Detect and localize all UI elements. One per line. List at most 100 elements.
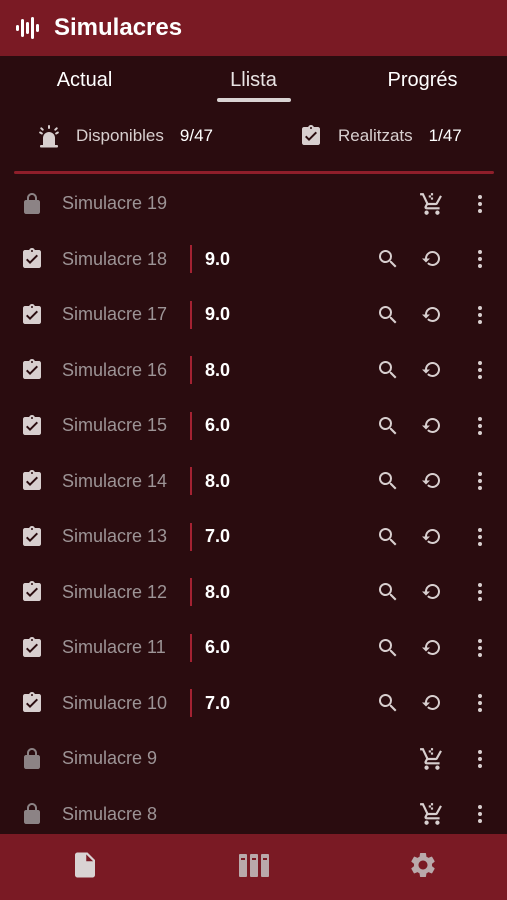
more-vert-icon[interactable] (466, 578, 494, 606)
clipboard-check-icon (18, 301, 46, 329)
list-item[interactable]: Simulacre 12 8.0 (0, 565, 507, 621)
item-name: Simulacre 8 (62, 803, 158, 824)
search-icon[interactable] (374, 301, 402, 329)
item-score: 8.0 (205, 470, 231, 491)
active-tab-indicator (216, 98, 291, 102)
lock-icon (18, 190, 46, 218)
tab-actual[interactable]: Actual (0, 56, 169, 104)
tab-bar: Actual Llista Progrés (0, 56, 507, 104)
score-divider (190, 245, 192, 274)
search-icon[interactable] (374, 467, 402, 495)
cart-icon[interactable] (418, 190, 446, 218)
redo-icon[interactable] (418, 523, 446, 551)
tab-llista[interactable]: Llista (169, 56, 338, 104)
item-name: Simulacre 11 (62, 637, 166, 658)
more-vert-icon[interactable] (466, 634, 494, 662)
score-divider (190, 578, 192, 607)
list-item[interactable]: Simulacre 16 8.0 (0, 343, 507, 399)
tab-label: Actual (56, 68, 113, 91)
list-item[interactable]: Simulacre 9 (0, 731, 507, 787)
more-vert-icon[interactable] (466, 467, 494, 495)
item-score: 6.0 (205, 637, 231, 658)
score-divider (190, 467, 192, 496)
score-divider (190, 356, 192, 385)
redo-icon[interactable] (418, 467, 446, 495)
more-vert-icon[interactable] (466, 301, 494, 329)
settings-icon (408, 850, 438, 885)
item-name: Simulacre 19 (62, 193, 168, 214)
search-icon[interactable] (374, 245, 402, 273)
redo-icon[interactable] (418, 412, 446, 440)
search-icon[interactable] (374, 578, 402, 606)
search-icon[interactable] (374, 356, 402, 384)
tab-progres[interactable]: Progrés (338, 56, 507, 104)
nav-tests[interactable] (0, 834, 169, 900)
list-item[interactable]: Simulacre 13 7.0 (0, 509, 507, 565)
score-divider (190, 522, 192, 551)
item-name: Simulacre 14 (62, 470, 168, 491)
list-item[interactable]: Simulacre 15 6.0 (0, 398, 507, 454)
item-name: Simulacre 9 (62, 748, 158, 769)
redo-icon[interactable] (418, 689, 446, 717)
list-item[interactable]: Simulacre 17 9.0 (0, 287, 507, 343)
more-vert-icon[interactable] (466, 356, 494, 384)
item-name: Simulacre 10 (62, 692, 168, 713)
available-value: 9/47 (179, 126, 213, 145)
clipboard-check-icon (18, 467, 46, 495)
more-vert-icon[interactable] (466, 745, 494, 773)
more-vert-icon[interactable] (466, 800, 494, 828)
bottom-nav (0, 834, 507, 900)
list-item[interactable]: Simulacre 11 6.0 (0, 620, 507, 676)
clipboard-check-icon (18, 523, 46, 551)
item-score: 8.0 (205, 581, 231, 602)
item-score: 9.0 (205, 248, 231, 269)
more-vert-icon[interactable] (466, 245, 494, 273)
redo-icon[interactable] (418, 578, 446, 606)
redo-icon[interactable] (418, 634, 446, 662)
cart-icon[interactable] (418, 800, 446, 828)
search-icon[interactable] (374, 523, 402, 551)
more-vert-icon[interactable] (466, 523, 494, 551)
document-icon (70, 850, 100, 885)
tab-label: Llista (230, 68, 277, 91)
list-item[interactable]: Simulacre 10 7.0 (0, 676, 507, 732)
item-name: Simulacre 15 (62, 415, 168, 436)
score-divider (190, 633, 192, 662)
item-score: 9.0 (205, 304, 231, 325)
done-label: Realitzats (338, 126, 413, 145)
app-title: Simulacres (54, 14, 183, 41)
clipboard-check-icon (18, 578, 46, 606)
simulacre-list: Simulacre 19 Simulacre 18 9.0 Simulacre 17 9… (0, 176, 507, 842)
item-score: 6.0 (205, 415, 231, 436)
more-vert-icon[interactable] (466, 412, 494, 440)
score-divider (190, 411, 192, 440)
library-icon (237, 850, 271, 885)
search-icon[interactable] (374, 412, 402, 440)
redo-icon[interactable] (418, 301, 446, 329)
more-vert-icon[interactable] (466, 689, 494, 717)
redo-icon[interactable] (418, 245, 446, 273)
item-score: 7.0 (205, 692, 231, 713)
nav-settings[interactable] (338, 834, 507, 900)
stats-row: Disponibles 9/47 Realitzats 1/47 (0, 104, 507, 168)
search-icon[interactable] (374, 689, 402, 717)
search-icon[interactable] (374, 634, 402, 662)
item-name: Simulacre 13 (62, 526, 168, 547)
section-divider (14, 171, 494, 174)
available-label: Disponibles (76, 126, 164, 145)
list-item[interactable]: Simulacre 14 8.0 (0, 454, 507, 510)
more-vert-icon[interactable] (466, 190, 494, 218)
lock-icon (18, 745, 46, 773)
cart-icon[interactable] (418, 745, 446, 773)
item-name: Simulacre 17 (62, 304, 168, 325)
nav-library[interactable] (169, 834, 338, 900)
clipboard-check-icon (18, 634, 46, 662)
item-name: Simulacre 16 (62, 359, 168, 380)
clipboard-check-icon (18, 356, 46, 384)
waveform-icon (12, 13, 42, 43)
list-item[interactable]: Simulacre 18 9.0 (0, 232, 507, 288)
list-item[interactable]: Simulacre 19 (0, 176, 507, 232)
app-bar: Simulacres (0, 0, 507, 56)
redo-icon[interactable] (418, 356, 446, 384)
clipboard-check-icon (18, 689, 46, 717)
